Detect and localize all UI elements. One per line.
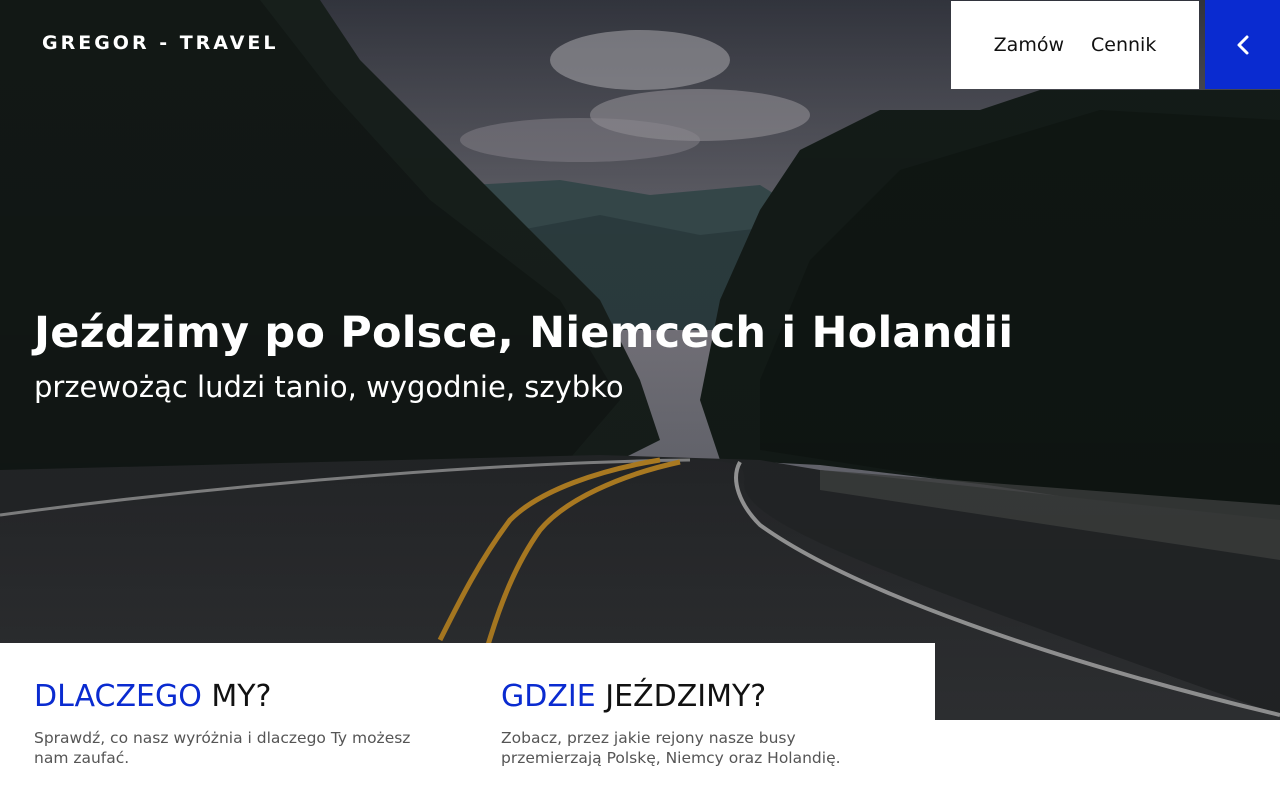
why-us-title-accent: DLACZEGO bbox=[34, 679, 202, 714]
nav-link-cennik[interactable]: Cennik bbox=[1091, 34, 1156, 56]
top-navigation: Zamów Cennik bbox=[951, 1, 1199, 89]
chevron-left-icon bbox=[1237, 35, 1248, 54]
page-background-strip bbox=[935, 720, 1280, 800]
hero-background-image bbox=[0, 0, 1280, 720]
where-we-go-title[interactable]: GDZIE JEŹDZIMY? bbox=[501, 679, 901, 714]
brand-logo[interactable]: GREGOR - TRAVEL bbox=[42, 32, 279, 54]
where-we-go-title-accent: GDZIE bbox=[501, 679, 596, 714]
why-us-block[interactable]: DLACZEGO MY? Sprawdź, co nasz wyróżnia i… bbox=[34, 679, 434, 768]
hero-subtitle: przewożąc ludzi tanio, wygodnie, szybko bbox=[34, 370, 624, 404]
menu-toggle-button[interactable] bbox=[1205, 0, 1280, 89]
why-us-title-rest: MY? bbox=[201, 679, 272, 714]
where-we-go-description: Zobacz, przez jakie rejony nasze busy pr… bbox=[501, 729, 841, 767]
where-we-go-block[interactable]: GDZIE JEŹDZIMY? Zobacz, przez jakie rejo… bbox=[501, 679, 901, 768]
nav-link-zamow[interactable]: Zamów bbox=[994, 34, 1064, 56]
why-us-description: Sprawdź, co nasz wyróżnia i dlaczego Ty … bbox=[34, 729, 411, 767]
why-us-title[interactable]: DLACZEGO MY? bbox=[34, 679, 434, 714]
where-we-go-title-rest: JEŹDZIMY? bbox=[595, 679, 767, 714]
hero-title: Jeździmy po Polsce, Niemcech i Holandii bbox=[34, 308, 1014, 358]
info-panel: DLACZEGO MY? Sprawdź, co nasz wyróżnia i… bbox=[0, 643, 935, 800]
hero-section: GREGOR - TRAVEL Zamów Cennik Jeździmy po… bbox=[0, 0, 1280, 720]
